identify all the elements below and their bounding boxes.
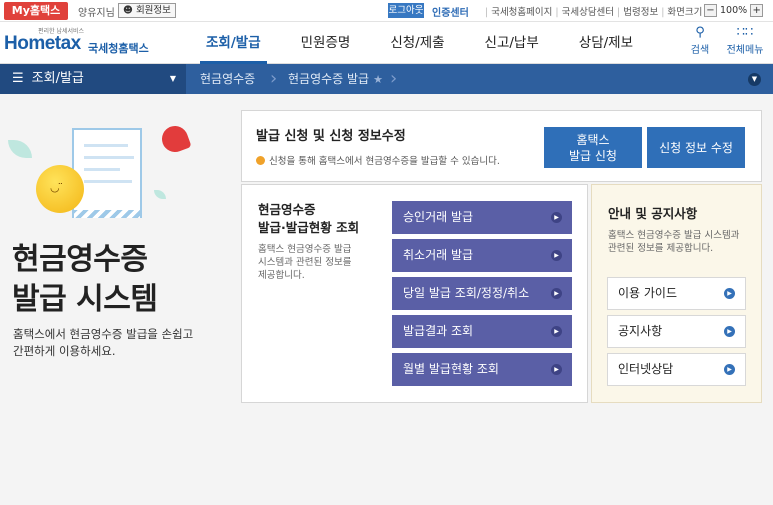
- issue-panel: 현금영수증 발급·발급현황 조회 홈택스 현금영수증 발급 시스템과 관련된 정…: [241, 184, 588, 403]
- hero-description: 홈택스에서 현금영수증 발급을 손쉽고 간편하게 이용하세요.: [13, 327, 194, 358]
- hometax-logo[interactable]: 편리한 납세서비스 Hometax 국세청홈택스: [4, 26, 154, 58]
- hamburger-icon: ☰: [12, 71, 24, 86]
- logout-button[interactable]: 로그아웃: [388, 3, 424, 18]
- zoom-control: − 100% +: [704, 3, 764, 18]
- arrow-right-icon: ▶: [724, 326, 735, 337]
- monthly-status-button[interactable]: 월별 발급현황 조회 ▶: [392, 353, 572, 386]
- divider: |: [555, 7, 559, 18]
- cancel-issue-button[interactable]: 취소거래 발급 ▶: [392, 239, 572, 272]
- divider: |: [661, 7, 665, 18]
- internet-counsel-button[interactable]: 인터넷상담 ▶: [607, 353, 746, 386]
- cert-center-link[interactable]: 인증센터: [432, 4, 469, 19]
- nav-apply-submit[interactable]: 신청/제출: [370, 22, 464, 64]
- hometax-apply-button[interactable]: 홈택스 발급 신청: [544, 127, 642, 168]
- caret-down-icon: ▼: [169, 74, 176, 83]
- receipt-edge: [72, 210, 142, 218]
- notice-panel-desc: 홈택스 현금영수증 발급 시스템과 관련된 정보를 제공합니다.: [608, 230, 740, 254]
- arrow-right-icon: ▶: [551, 326, 562, 337]
- member-info-button[interactable]: ☻ 회원정보: [118, 3, 176, 18]
- divider: |: [485, 7, 489, 18]
- hero-illustration: ◡ ̈: [4, 120, 204, 230]
- user-guide-button[interactable]: 이용 가이드 ▶: [607, 277, 746, 310]
- breadcrumb-cash-receipt[interactable]: 현금영수증: [200, 64, 255, 94]
- breadcrumb-current: 현금영수증 발급 ★: [288, 64, 383, 94]
- tax-counsel-link[interactable]: 국세상담센터: [562, 7, 614, 18]
- logo-org: 국세청홈택스: [88, 42, 149, 55]
- search-label: 검색: [690, 45, 710, 56]
- utility-bar: My홈택스 양유지님 ☻ 회원정보 로그아웃 인증센터 | 국세청홈페이지 | 국세상…: [0, 0, 773, 22]
- main-nav: 조회/발급 민원증명 신청/제출 신고/납부 상담/제보: [186, 22, 653, 64]
- coin-character-icon: ◡ ̈: [36, 165, 84, 213]
- law-info-link[interactable]: 법령정보: [623, 7, 658, 18]
- search-button[interactable]: ⚲ 검색: [688, 25, 712, 56]
- breadcrumb-chevron-icon: ›: [270, 68, 278, 89]
- nav-certificates[interactable]: 민원증명: [281, 22, 371, 64]
- receipt-document-icon: [72, 128, 142, 218]
- issue-panel-desc: 홈택스 현금영수증 발급 시스템과 관련된 정보를 제공합니다.: [258, 244, 352, 281]
- issue-panel-title: 현금영수증 발급·발급현황 조회: [258, 202, 360, 235]
- breadcrumb-current-label: 현금영수증 발급: [288, 72, 370, 86]
- notice-panel-title: 안내 및 공지사항: [608, 206, 698, 221]
- main-header: 편리한 납세서비스 Hometax 국세청홈택스 조회/발급 민원증명 신청/제…: [0, 22, 773, 64]
- arrow-right-icon: ▶: [724, 364, 735, 375]
- apply-panel-title: 발급 신청 및 신청 정보수정: [256, 129, 406, 144]
- my-hometax-button[interactable]: My홈택스: [4, 2, 68, 20]
- notices-button[interactable]: 공지사항 ▶: [607, 315, 746, 348]
- arrow-right-icon: ▶: [551, 364, 562, 375]
- search-icon: ⚲: [695, 25, 705, 40]
- member-info-label: 회원정보: [135, 5, 171, 16]
- all-menu-label: 전체메뉴: [726, 45, 764, 56]
- arrow-right-icon: ▶: [724, 288, 735, 299]
- section-menu-label: 조회/발급: [31, 71, 84, 86]
- zoom-out-button[interactable]: −: [704, 4, 717, 17]
- arrow-right-icon: ▶: [551, 212, 562, 223]
- section-menu-dropdown[interactable]: ☰ 조회/발급 ▼: [0, 64, 186, 94]
- nts-homepage-link[interactable]: 국세청홈페이지: [491, 7, 552, 18]
- breadcrumb-chevron-icon: ›: [390, 68, 398, 89]
- hero-title: 현금영수증 발급 시스템: [12, 242, 158, 317]
- apply-panel-desc: 신청을 통해 홈택스에서 현금영수증을 발급할 수 있습니다.: [256, 153, 500, 167]
- chevron-down-icon[interactable]: ▼: [748, 73, 761, 86]
- zoom-in-button[interactable]: +: [750, 4, 764, 17]
- issue-result-button[interactable]: 발급결과 조회 ▶: [392, 315, 572, 348]
- nav-inquiry-issue[interactable]: 조회/발급: [186, 22, 281, 64]
- arrow-right-icon: ▶: [551, 288, 562, 299]
- person-icon: ☻: [123, 5, 133, 16]
- screen-size-label: 화면크기: [667, 7, 703, 18]
- utility-links: | 국세청홈페이지 | 국세상담센터 | 법령정보 | 화면크기: [482, 4, 702, 18]
- zoom-value: 100%: [720, 5, 748, 16]
- apply-panel: 발급 신청 및 신청 정보수정 신청을 통해 홈택스에서 현금영수증을 발급할 …: [241, 110, 762, 182]
- location-bar: ☰ 조회/발급 ▼ 현금영수증 › 현금영수증 발급 ★ › ▼: [0, 64, 773, 94]
- grid-icon: ∷∷: [736, 25, 754, 40]
- info-icon: [256, 155, 265, 165]
- heart-icon: [158, 122, 192, 156]
- leaf-decoration: [154, 190, 166, 199]
- nav-report-pay[interactable]: 신고/납부: [465, 22, 559, 64]
- notice-panel: 안내 및 공지사항 홈택스 현금영수증 발급 시스템과 관련된 정보를 제공합니…: [591, 184, 762, 403]
- edit-apply-info-button[interactable]: 신청 정보 수정: [647, 127, 745, 168]
- today-issue-button[interactable]: 당일 발급 조회/정정/취소 ▶: [392, 277, 572, 310]
- divider: |: [617, 7, 621, 18]
- approve-issue-button[interactable]: 승인거래 발급 ▶: [392, 201, 572, 234]
- leaf-decoration: [8, 140, 32, 158]
- arrow-right-icon: ▶: [551, 250, 562, 261]
- logo-text: Hometax: [4, 33, 81, 54]
- star-icon[interactable]: ★: [373, 73, 383, 86]
- all-menu-button[interactable]: ∷∷ 전체메뉴: [722, 25, 768, 56]
- nav-counsel-report[interactable]: 상담/제보: [559, 22, 653, 64]
- username: 양유지님: [78, 8, 115, 19]
